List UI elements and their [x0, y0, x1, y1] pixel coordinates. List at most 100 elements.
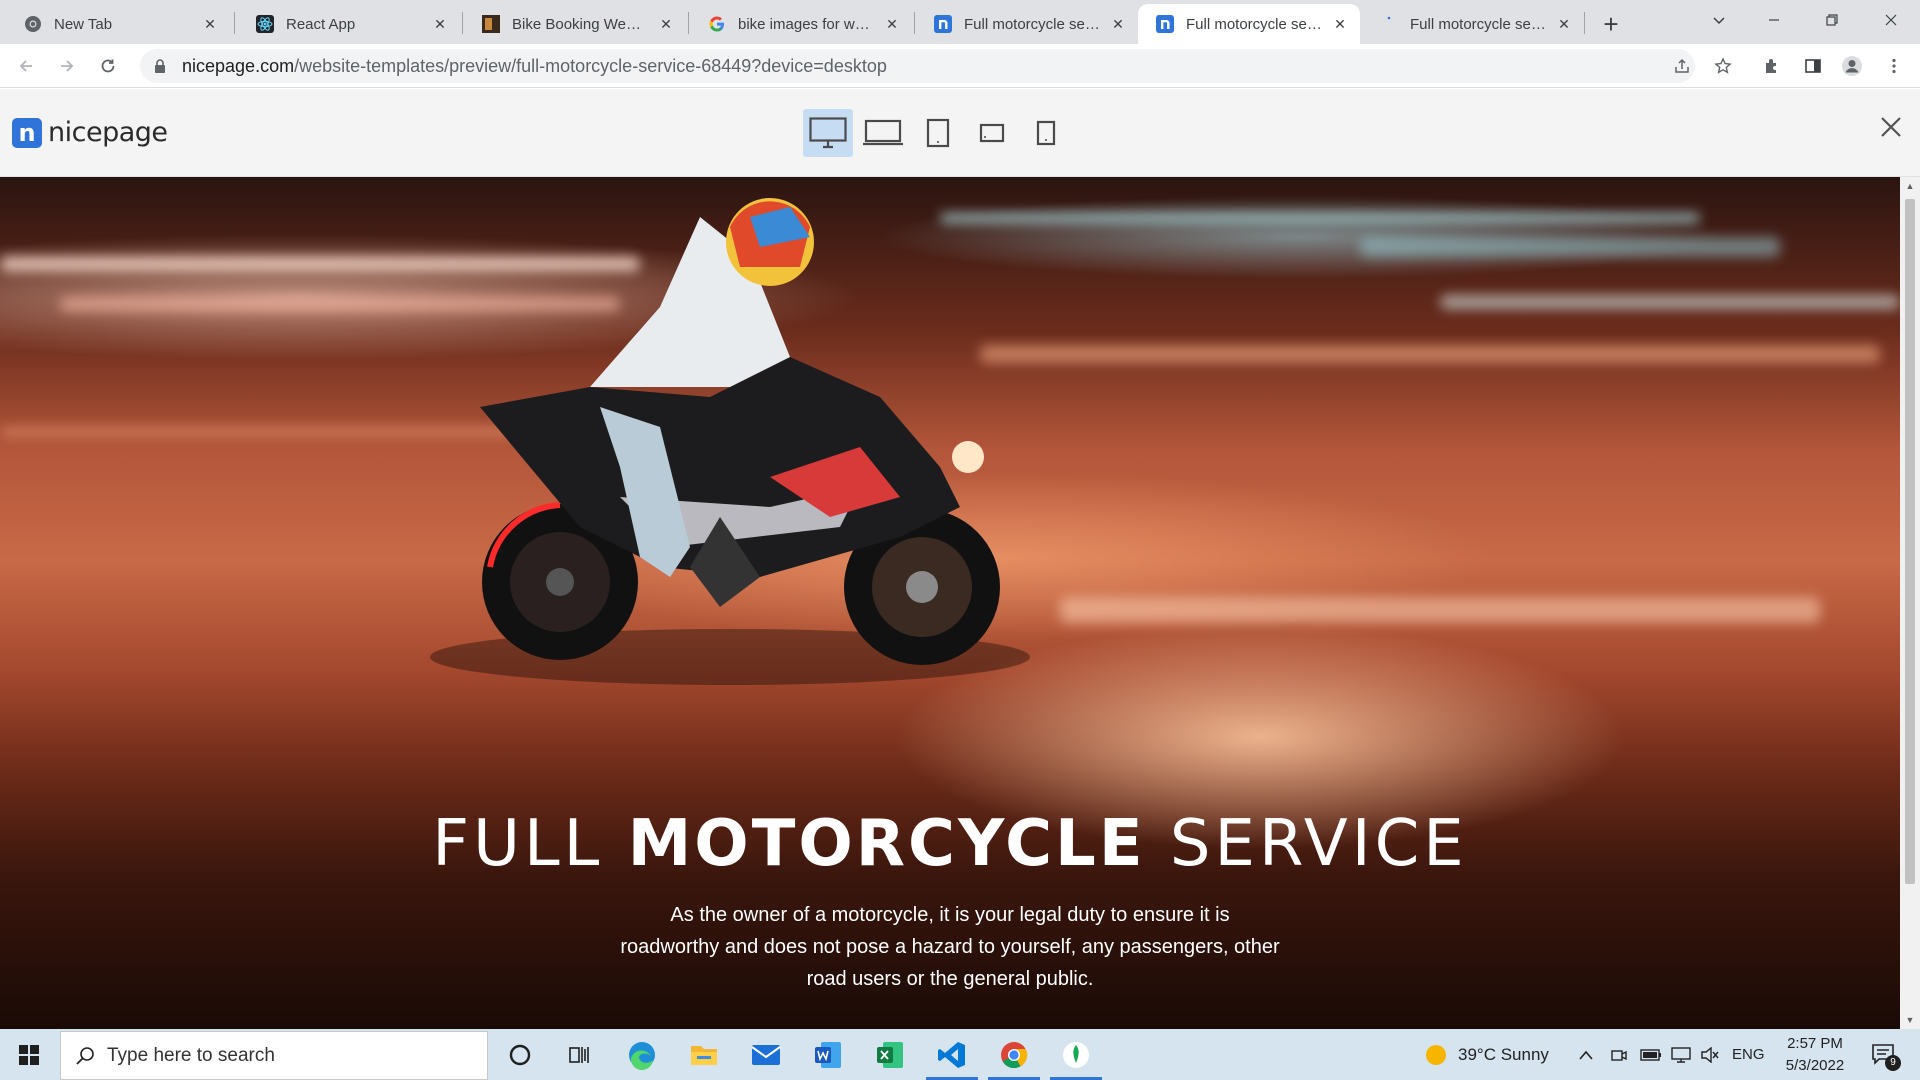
hero-section: FULL MOTORCYCLE SERVICE As the owner of …	[0, 177, 1900, 1029]
device-tablet-landscape-button[interactable]	[967, 109, 1017, 157]
reload-button[interactable]	[92, 50, 124, 82]
device-laptop-button[interactable]	[858, 109, 908, 157]
sun-icon	[1426, 1044, 1446, 1065]
excel-icon	[877, 1041, 903, 1068]
tab-new-tab[interactable]: New Tab ✕	[6, 4, 230, 44]
file-explorer-button[interactable]	[674, 1029, 734, 1080]
word-icon	[815, 1041, 841, 1068]
task-view-button[interactable]	[550, 1029, 610, 1080]
motorcycle-rider-image	[430, 198, 1030, 685]
nicepage-logo[interactable]: n nicepage	[12, 117, 168, 148]
side-panel-icon	[1805, 59, 1821, 73]
tab-bike-booking[interactable]: Bike Booking Website ✕	[464, 4, 686, 44]
address-bar[interactable]: nicepage.com/website-templates/preview/f…	[140, 49, 1695, 83]
close-icon[interactable]: ✕	[1108, 14, 1128, 34]
clock-time: 2:57 PM	[1787, 1035, 1843, 1052]
cortana-button[interactable]	[490, 1029, 550, 1080]
vscode-icon	[938, 1041, 965, 1068]
excel-button[interactable]	[860, 1029, 920, 1080]
tab-separator	[234, 12, 235, 34]
page-scrollbar[interactable]: ▲ ▼	[1900, 177, 1920, 1029]
battery-icon[interactable]	[1640, 1029, 1662, 1080]
vscode-button[interactable]	[922, 1029, 982, 1080]
weather-text: 39°C Sunny	[1458, 1044, 1549, 1064]
cortana-icon	[509, 1044, 531, 1065]
minimize-button[interactable]	[1745, 0, 1803, 40]
close-icon[interactable]: ✕	[882, 14, 902, 34]
tab-search-button[interactable]	[1690, 0, 1748, 40]
show-hidden-icons[interactable]	[1578, 1029, 1594, 1080]
nicepage-preview-header: n nicepage	[0, 89, 1920, 177]
back-button[interactable]	[10, 50, 42, 82]
minimize-icon	[1769, 19, 1779, 21]
restore-button[interactable]	[1803, 0, 1861, 40]
close-icon[interactable]: ✕	[200, 14, 220, 34]
google-icon	[708, 15, 726, 33]
scroll-thumb[interactable]	[1905, 199, 1915, 884]
device-desktop-button[interactable]	[803, 109, 853, 157]
hero-title: FULL MOTORCYCLE SERVICE	[0, 807, 1900, 881]
close-icon[interactable]: ✕	[656, 14, 676, 34]
tab-react-app[interactable]: React App ✕	[238, 4, 460, 44]
file-explorer-icon	[691, 1045, 717, 1065]
windows-taskbar: Type here to search 39°C Sunny ENG 2:57 …	[0, 1029, 1920, 1080]
light-streak	[980, 345, 1880, 363]
close-icon[interactable]: ✕	[1554, 14, 1574, 34]
browser-toolbar: nicepage.com/website-templates/preview/f…	[0, 44, 1920, 88]
hero-title-light: SERVICE	[1145, 807, 1468, 881]
forward-button[interactable]	[51, 50, 83, 82]
reload-icon	[101, 59, 115, 73]
mail-button[interactable]	[736, 1029, 796, 1080]
language-indicator[interactable]: ENG	[1732, 1029, 1765, 1080]
start-button[interactable]	[0, 1029, 58, 1080]
hero-title-bold: MOTORCYCLE	[627, 807, 1146, 881]
weather-widget[interactable]: 39°C Sunny	[1424, 1029, 1549, 1080]
close-icon[interactable]: ✕	[1330, 14, 1350, 34]
close-icon	[1881, 117, 1901, 137]
extensions-button[interactable]	[1756, 50, 1788, 82]
tab-nicepage-1[interactable]: Full motorcycle service ✕	[916, 4, 1138, 44]
menu-button[interactable]	[1878, 50, 1910, 82]
mongodb-compass-button[interactable]	[1046, 1029, 1106, 1080]
close-icon[interactable]: ✕	[430, 14, 450, 34]
url-text: nicepage.com/website-templates/preview/f…	[182, 56, 887, 77]
new-tab-button[interactable]: +	[1594, 7, 1628, 41]
chrome-button[interactable]	[984, 1029, 1044, 1080]
notification-center-button[interactable]: 9	[1865, 1037, 1901, 1071]
close-window-button[interactable]	[1862, 0, 1920, 40]
chrome-icon	[24, 15, 42, 33]
light-streak	[1360, 237, 1780, 257]
device-tablet-button[interactable]	[913, 109, 963, 157]
side-panel-button[interactable]	[1797, 50, 1829, 82]
scroll-up-icon[interactable]: ▲	[1905, 181, 1915, 191]
edge-button[interactable]	[612, 1029, 672, 1080]
close-preview-button[interactable]	[1876, 112, 1906, 142]
arrow-left-icon	[19, 60, 32, 72]
meet-now-icon[interactable]	[1610, 1029, 1628, 1080]
nicepage-logo-text: nicepage	[48, 117, 168, 148]
device-phone-button[interactable]	[1021, 109, 1071, 157]
scroll-down-icon[interactable]: ▼	[1905, 1015, 1915, 1025]
bookmark-button[interactable]	[1707, 50, 1739, 82]
light-streak	[1060, 597, 1820, 623]
taskbar-search[interactable]: Type here to search	[60, 1031, 488, 1080]
clock[interactable]: 2:57 PM 5/3/2022	[1770, 1033, 1860, 1077]
puzzle-icon	[1766, 59, 1776, 73]
tablet-landscape-icon	[979, 123, 1005, 143]
word-button[interactable]	[798, 1029, 858, 1080]
tab-title: Full motorcycle service	[1186, 15, 1322, 33]
tab-nicepage-active[interactable]: Full motorcycle service ✕	[1138, 4, 1360, 44]
tab-title: Full motorcycle service	[964, 15, 1100, 33]
profile-button[interactable]	[1836, 50, 1868, 82]
close-icon	[1885, 14, 1897, 26]
lock-icon	[152, 58, 168, 74]
network-icon[interactable]	[1670, 1029, 1692, 1080]
tab-google-search[interactable]: bike images for website ✕	[690, 4, 912, 44]
nicepage-icon	[1156, 15, 1174, 33]
url-path: /website-templates/preview/full-motorcyc…	[294, 55, 887, 76]
notification-count-badge: 9	[1885, 1055, 1901, 1071]
windows-icon	[19, 1044, 39, 1065]
tab-nicepage-loading[interactable]: Full motorcycle service ✕	[1362, 4, 1584, 44]
share-button[interactable]	[1666, 50, 1698, 82]
volume-muted-icon[interactable]	[1700, 1029, 1720, 1080]
